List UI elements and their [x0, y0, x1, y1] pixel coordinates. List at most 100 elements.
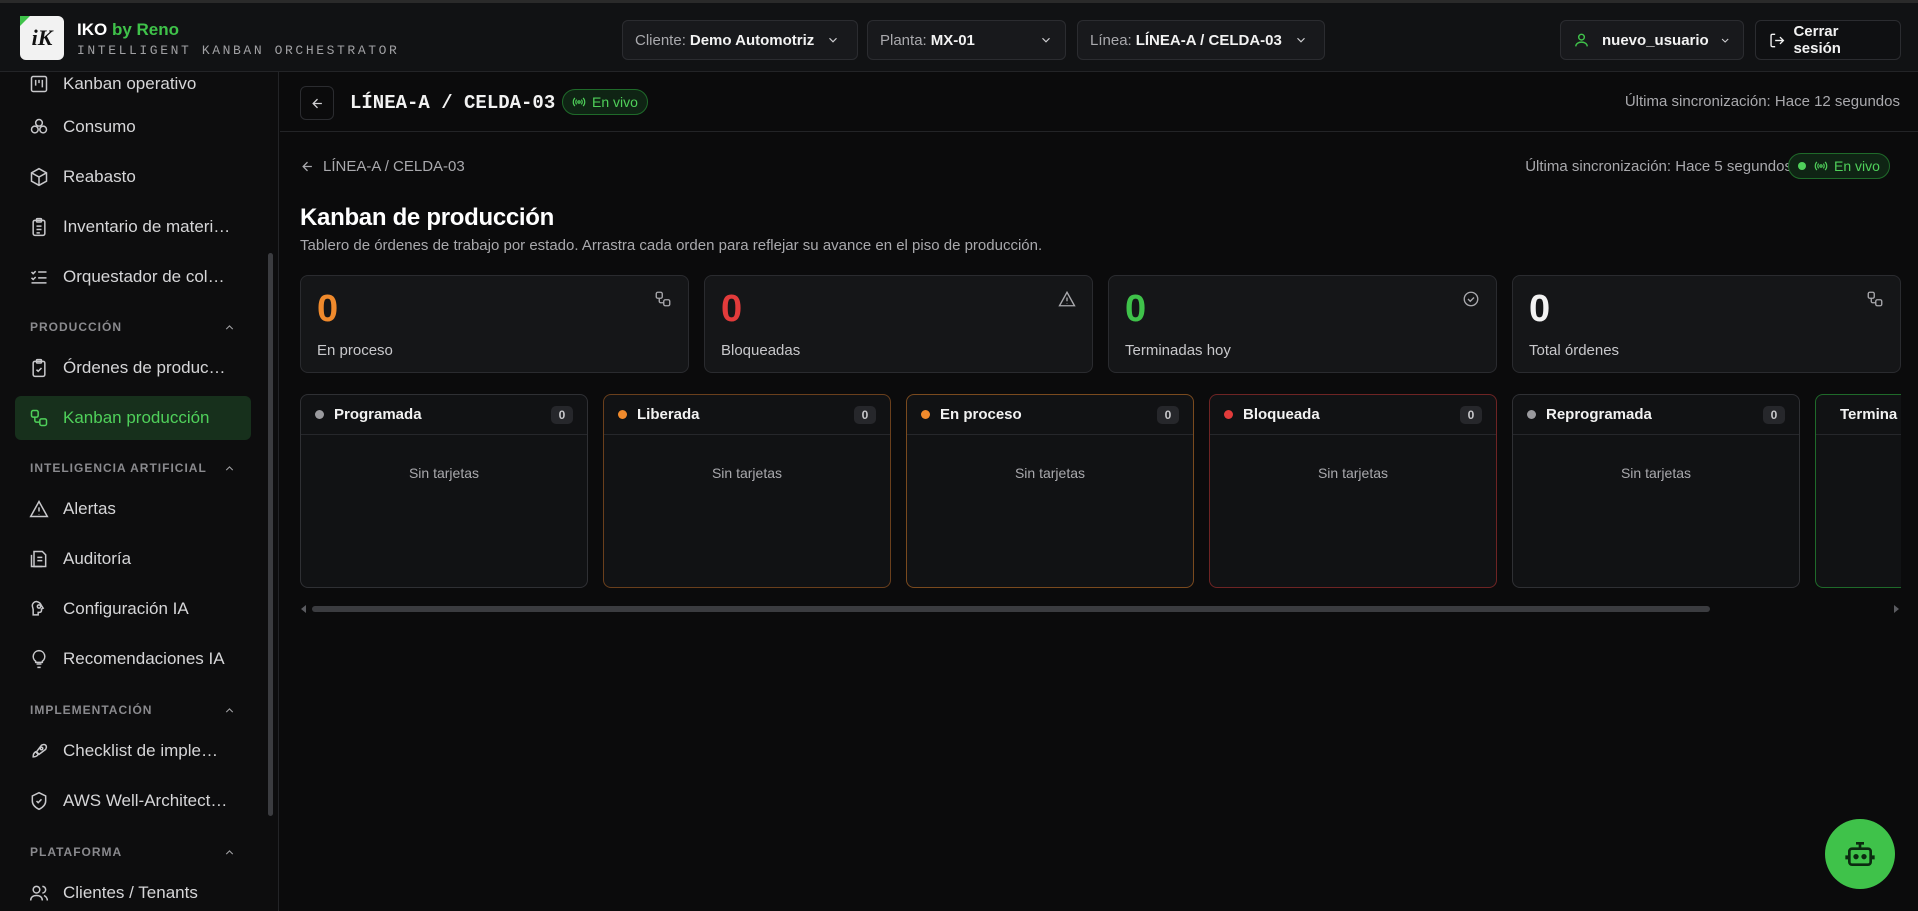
column-title: Liberada [637, 406, 700, 423]
scrollbar-thumb[interactable] [312, 606, 1710, 612]
section-header-ia[interactable]: INTELIGENCIA ARTIFICIAL [30, 461, 236, 475]
status-dot [618, 410, 627, 419]
page-description: Tablero de órdenes de trabajo por estado… [300, 237, 1043, 254]
sidebar-scrollbar[interactable] [268, 253, 273, 816]
board-horizontal-scrollbar[interactable] [300, 605, 1900, 613]
sidebar-item-aws[interactable]: AWS Well-Architect… [15, 779, 251, 823]
sidebar-item-clientes[interactable]: Clientes / Tenants [15, 871, 251, 911]
page-title: Kanban de producción [300, 204, 555, 231]
users-icon [29, 885, 49, 901]
arrow-left-icon [302, 161, 312, 172]
sidebar-item-reabasto[interactable]: Reabasto [15, 155, 251, 199]
stat-label: Total órdenes [1529, 342, 1620, 359]
logout-label: Cerrar sesión [1793, 23, 1841, 57]
sidebar-item-label: Órdenes de produc… [63, 358, 226, 377]
kanban-icon [30, 75, 48, 93]
sidebar-item-kanban-operativo[interactable]: Kanban operativo [15, 72, 251, 106]
sidebar-item-kanban-produccion[interactable]: Kanban producción [15, 396, 251, 440]
alert-triangle-icon [29, 499, 49, 518]
back-button[interactable] [300, 86, 334, 120]
section-title: PLATAFORMA [30, 845, 123, 859]
linea-label: Línea: [1090, 31, 1132, 49]
live-badge: En vivo [562, 89, 648, 115]
scroll-right-icon[interactable] [1892, 605, 1900, 613]
kanban-column-bloqueada[interactable]: Bloqueada 0 Sin tarjetas [1209, 394, 1497, 588]
kanban-column-terminada[interactable]: Termina [1815, 394, 1901, 588]
section-header-implementacion[interactable]: IMPLEMENTACIÓN [30, 703, 236, 717]
column-title: En proceso [940, 406, 1022, 423]
sidebar-item-label: Consumo [63, 117, 136, 136]
brand-logo[interactable]: iK [20, 16, 64, 60]
sidebar-item-recomendaciones-ia[interactable]: Recomendaciones IA [15, 637, 251, 681]
chevron-down-icon [1296, 37, 1305, 43]
sidebar-item-label: Orquestador de col… [63, 267, 225, 286]
column-count: 0 [1460, 406, 1482, 424]
stat-label: Bloqueadas [721, 342, 801, 359]
cliente-selector[interactable]: Cliente: Demo Automotriz [622, 20, 858, 60]
sidebar-item-checklist[interactable]: Checklist de imple… [15, 729, 251, 773]
bot-icon [1845, 842, 1875, 866]
empty-state: Sin tarjetas [1620, 465, 1692, 481]
sidebar-item-label: Inventario de materi… [63, 217, 231, 236]
empty-state: Sin tarjetas [408, 465, 480, 481]
column-count: 0 [1157, 406, 1179, 424]
list-checks-icon [30, 270, 47, 284]
linea-selector[interactable]: Línea: LÍNEA-A / CELDA-03 [1077, 20, 1325, 60]
status-dot [921, 410, 930, 419]
sidebar-item-auditoria[interactable]: Auditoría [15, 537, 251, 581]
empty-state: Sin tarjetas [711, 465, 783, 481]
sidebar-item-alertas[interactable]: Alertas [15, 487, 251, 531]
kanban-column-programada[interactable]: Programada 0 Sin tarjetas [300, 394, 588, 588]
sidebar-item-label: Kanban producción [63, 408, 210, 427]
breadcrumb-label: LÍNEA-A / CELDA-03 [323, 158, 465, 175]
stat-card-terminadas: 0 Terminadas hoy [1108, 275, 1497, 373]
scroll-left-icon[interactable] [300, 605, 308, 613]
boxes-icon [30, 118, 48, 134]
status-dot [1527, 410, 1536, 419]
section-header-produccion[interactable]: PRODUCCIÓN [30, 320, 236, 334]
section-header-plataforma[interactable]: PLATAFORMA [30, 845, 236, 859]
column-title: Reprogramada [1546, 406, 1652, 423]
user-menu[interactable]: nuevo_usuario [1560, 20, 1744, 60]
sidebar-item-label: Alertas [63, 499, 116, 518]
workflow-icon [30, 409, 48, 427]
stat-label: Terminadas hoy [1125, 342, 1231, 359]
user-name: nuevo_usuario [1602, 31, 1709, 49]
brand-name: IKO by Reno [77, 20, 179, 40]
arrow-left-icon [311, 98, 322, 108]
sidebar-item-label: Clientes / Tenants [63, 883, 198, 902]
empty-state: Sin tarjetas [1317, 465, 1389, 481]
sidebar-item-configuracion-ia[interactable]: Configuración IA [15, 587, 251, 631]
sidebar-item-consumo[interactable]: Consumo [15, 105, 251, 149]
sidebar-item-inventario[interactable]: Inventario de materi… [15, 205, 251, 249]
column-header: En proceso 0 [907, 395, 1193, 435]
section-title: INTELIGENCIA ARTIFICIAL [30, 461, 207, 475]
stat-label: En proceso [317, 342, 393, 359]
planta-selector[interactable]: Planta: MX-01 [867, 20, 1066, 60]
planta-value: MX-01 [930, 31, 975, 49]
logout-button[interactable]: Cerrar sesión [1755, 20, 1901, 60]
column-header: Bloqueada 0 [1210, 395, 1496, 435]
empty-state: Sin tarjetas [1014, 465, 1086, 481]
radio-icon [572, 97, 586, 107]
status-dot [315, 410, 324, 419]
chevron-up-icon [225, 849, 234, 855]
sub-header: LÍNEA-A / CELDA-03 En vivo Última sincro… [280, 72, 1918, 132]
chevron-up-icon [225, 707, 234, 713]
chevron-up-icon [225, 465, 234, 471]
main-content: LÍNEA-A / CELDA-03 En vivo Última sincro… [280, 72, 1918, 911]
kanban-column-reprogramada[interactable]: Reprogramada 0 Sin tarjetas [1512, 394, 1800, 588]
cliente-value: Demo Automotriz [689, 31, 815, 49]
breadcrumb[interactable]: LÍNEA-A / CELDA-03 [300, 158, 465, 175]
workflow-icon [655, 291, 671, 307]
live-label: En vivo [1834, 158, 1880, 174]
kanban-column-liberada[interactable]: Liberada 0 Sin tarjetas [603, 394, 891, 588]
column-count: 0 [551, 406, 573, 424]
sidebar-item-orquestador[interactable]: Orquestador de col… [15, 255, 251, 299]
sidebar-item-label: Reabasto [63, 167, 136, 186]
kanban-column-en-proceso[interactable]: En proceso 0 Sin tarjetas [906, 394, 1194, 588]
sidebar-item-ordenes[interactable]: Órdenes de produc… [15, 346, 251, 390]
ai-assistant-button[interactable] [1825, 819, 1895, 889]
radio-icon [1814, 161, 1828, 171]
stat-value: 0 [317, 288, 339, 330]
